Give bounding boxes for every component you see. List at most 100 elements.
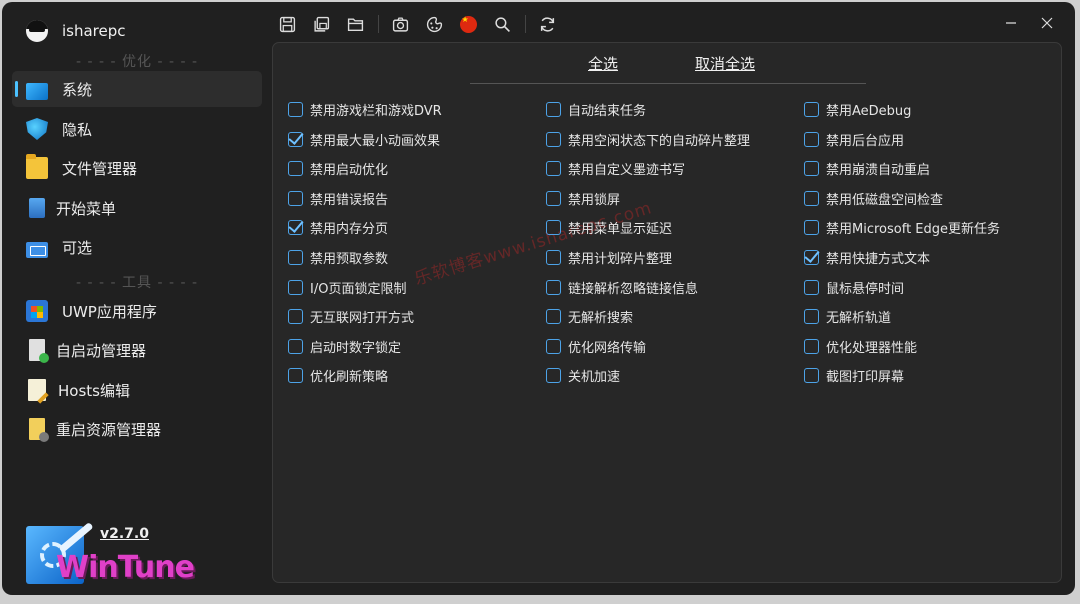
sidebar-item-optional[interactable]: 可选 xyxy=(12,229,262,265)
checkbox-checked[interactable] xyxy=(288,219,303,235)
checkbox-unchecked[interactable] xyxy=(288,190,303,206)
sidebar-item-label: UWP应用程序 xyxy=(62,302,157,321)
checkbox-unchecked[interactable] xyxy=(804,101,819,117)
checkbox-unchecked[interactable] xyxy=(804,190,819,206)
toolbar-divider xyxy=(525,15,526,33)
option-checkbox-row[interactable]: 禁用低磁盘空间检查 xyxy=(804,188,943,208)
screenshot-button[interactable] xyxy=(387,13,413,35)
option-checkbox-row[interactable]: 禁用游戏栏和游戏DVR xyxy=(288,99,442,119)
option-checkbox-row[interactable]: 禁用锁屏 xyxy=(546,188,620,208)
checkbox-unchecked[interactable] xyxy=(288,101,303,117)
option-checkbox-row[interactable]: 无互联网打开方式 xyxy=(288,306,414,326)
language-button[interactable] xyxy=(455,13,481,35)
sidebar-item-label: 自启动管理器 xyxy=(56,341,147,360)
option-checkbox-row[interactable]: 优化网络传输 xyxy=(546,336,646,356)
start-menu-icon xyxy=(29,198,45,218)
sidebar-item-uwp-apps[interactable]: UWP应用程序 xyxy=(12,293,262,329)
option-checkbox-row[interactable]: 截图打印屏幕 xyxy=(804,365,904,385)
option-checkbox-row[interactable]: 禁用最大最小动画效果 xyxy=(288,129,440,149)
sidebar-item-restart-explorer[interactable]: 重启资源管理器 xyxy=(12,411,262,447)
sidebar-item-hosts-edit[interactable]: Hosts编辑 xyxy=(12,372,262,408)
option-checkbox-row[interactable]: 链接解析忽略链接信息 xyxy=(546,277,698,297)
minimize-icon xyxy=(1006,22,1016,24)
checkbox-unchecked[interactable] xyxy=(546,131,561,147)
option-checkbox-row[interactable]: 禁用快捷方式文本 xyxy=(804,247,930,267)
checkbox-unchecked[interactable] xyxy=(546,219,561,235)
minimize-button[interactable] xyxy=(1000,14,1022,32)
checkbox-unchecked[interactable] xyxy=(288,249,303,265)
checkbox-unchecked[interactable] xyxy=(546,160,561,176)
sidebar-item-file-manager[interactable]: 文件管理器 xyxy=(12,150,262,186)
deselect-all-link[interactable]: 取消全选 xyxy=(695,53,755,74)
checkbox-unchecked[interactable] xyxy=(546,338,561,354)
sidebar-item-system[interactable]: 系统 xyxy=(12,71,262,107)
options-panel: 全选 取消全选 乐软博客www.isharepc.com 禁用游戏栏和游戏DVR… xyxy=(272,42,1062,583)
option-checkbox-row[interactable]: 无解析搜索 xyxy=(546,306,633,326)
checkbox-unchecked[interactable] xyxy=(804,367,819,383)
wintune-logo: v2.7.0 WinTune xyxy=(26,520,195,588)
checkbox-unchecked[interactable] xyxy=(546,279,561,295)
app-window: isharepc - - - - 优化 - - - - 系统 隐私 文件管理器 … xyxy=(2,2,1075,595)
checkbox-unchecked[interactable] xyxy=(804,279,819,295)
checkbox-unchecked[interactable] xyxy=(546,101,561,117)
version-link[interactable]: v2.7.0 xyxy=(100,526,149,542)
option-checkbox-row[interactable]: 关机加速 xyxy=(546,365,620,385)
option-checkbox-row[interactable]: 启动时数字锁定 xyxy=(288,336,401,356)
language-flag-icon xyxy=(459,15,477,33)
option-checkbox-row[interactable]: 禁用预取参数 xyxy=(288,247,388,267)
option-checkbox-row[interactable]: 禁用计划碎片整理 xyxy=(546,247,672,267)
sidebar-item-autostart-manager[interactable]: 自启动管理器 xyxy=(12,332,262,368)
checkbox-unchecked[interactable] xyxy=(804,131,819,147)
checkbox-unchecked[interactable] xyxy=(546,308,561,324)
checkbox-unchecked[interactable] xyxy=(546,249,561,265)
checkbox-unchecked[interactable] xyxy=(804,338,819,354)
select-all-link[interactable]: 全选 xyxy=(588,53,618,74)
checkbox-unchecked[interactable] xyxy=(804,160,819,176)
checkbox-unchecked[interactable] xyxy=(288,367,303,383)
option-label: 优化刷新策略 xyxy=(310,369,389,385)
logo-wordmark: WinTune xyxy=(56,550,195,585)
option-label: 链接解析忽略链接信息 xyxy=(568,281,699,297)
option-checkbox-row[interactable]: 无解析轨道 xyxy=(804,306,891,326)
theme-button[interactable] xyxy=(421,13,447,35)
refresh-button[interactable] xyxy=(534,13,560,35)
option-checkbox-row[interactable]: 禁用菜单显示延迟 xyxy=(546,217,672,237)
option-checkbox-row[interactable]: 禁用自定义墨迹书写 xyxy=(546,158,685,178)
option-checkbox-row[interactable]: 禁用后台应用 xyxy=(804,129,904,149)
option-label: 禁用崩溃自动重启 xyxy=(826,162,931,178)
search-button[interactable] xyxy=(489,13,515,35)
checkbox-unchecked[interactable] xyxy=(546,190,561,206)
option-checkbox-row[interactable]: 禁用内存分页 xyxy=(288,217,388,237)
open-folder-button[interactable] xyxy=(342,13,368,35)
option-checkbox-row[interactable]: 禁用Microsoft Edge更新任务 xyxy=(804,217,1000,237)
checkbox-unchecked[interactable] xyxy=(804,308,819,324)
close-button[interactable] xyxy=(1036,14,1058,32)
option-checkbox-row[interactable]: 禁用启动优化 xyxy=(288,158,388,178)
option-checkbox-row[interactable]: 优化处理器性能 xyxy=(804,336,917,356)
sidebar-item-privacy[interactable]: 隐私 xyxy=(12,111,262,147)
checkbox-unchecked[interactable] xyxy=(804,219,819,235)
checkbox-checked[interactable] xyxy=(288,131,303,147)
sidebar-item-start-menu[interactable]: 开始菜单 xyxy=(12,190,262,226)
checkbox-checked[interactable] xyxy=(804,249,819,265)
option-checkbox-row[interactable]: 禁用AeDebug xyxy=(804,99,911,119)
option-checkbox-row[interactable]: I/O页面锁定限制 xyxy=(288,277,406,297)
checkbox-unchecked[interactable] xyxy=(288,338,303,354)
option-label: 禁用最大最小动画效果 xyxy=(310,133,441,149)
checkbox-unchecked[interactable] xyxy=(546,367,561,383)
hosts-edit-icon xyxy=(28,379,46,401)
option-label: 自动结束任务 xyxy=(568,103,647,119)
checkbox-unchecked[interactable] xyxy=(288,308,303,324)
option-checkbox-row[interactable]: 鼠标悬停时间 xyxy=(804,277,904,297)
option-checkbox-row[interactable]: 禁用错误报告 xyxy=(288,188,388,208)
checkbox-unchecked[interactable] xyxy=(288,279,303,295)
save-button[interactable] xyxy=(274,13,300,35)
option-checkbox-row[interactable]: 自动结束任务 xyxy=(546,99,646,119)
checkbox-unchecked[interactable] xyxy=(288,160,303,176)
option-checkbox-row[interactable]: 禁用空闲状态下的自动碎片整理 xyxy=(546,129,750,149)
option-label: 禁用Microsoft Edge更新任务 xyxy=(826,221,1001,237)
save-all-button[interactable] xyxy=(308,13,334,35)
option-checkbox-row[interactable]: 优化刷新策略 xyxy=(288,365,388,385)
option-checkbox-row[interactable]: 禁用崩溃自动重启 xyxy=(804,158,930,178)
privacy-shield-icon xyxy=(26,118,48,140)
